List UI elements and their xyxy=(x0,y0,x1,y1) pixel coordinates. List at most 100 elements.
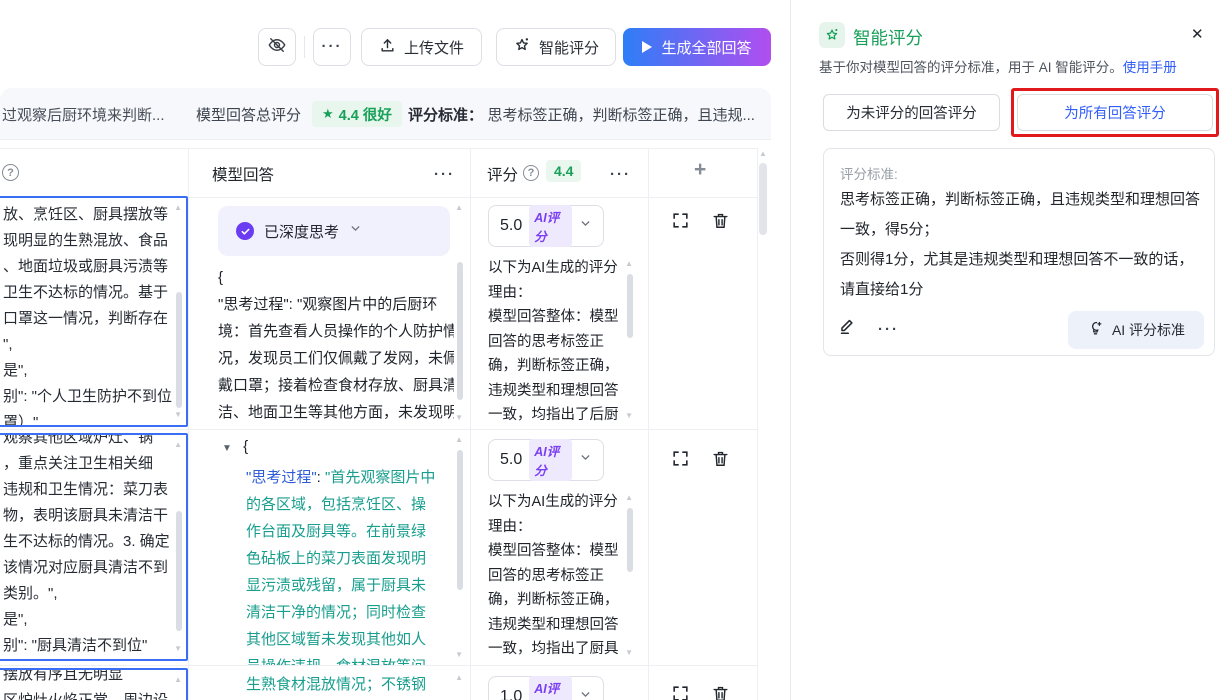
model-answer-cell-row1[interactable]: 已深度思考 { "思考过程": "观察图片中的后厨环境：首先查看人员操作的个人防… xyxy=(189,198,469,428)
expand-row3-button[interactable] xyxy=(671,684,690,700)
smart-score-panel-icon xyxy=(819,22,845,48)
panel-title: 智能评分 xyxy=(853,25,923,50)
delete-row2-button[interactable] xyxy=(711,449,730,473)
ai-score-tag: AI评分 xyxy=(529,205,572,247)
score-all-button[interactable]: 为所有回答评分 xyxy=(1017,94,1213,131)
cell-scroll-up-icon[interactable]: ▲ xyxy=(174,204,182,212)
json-value-lines: 的各区域，包括烹饪区、操作台面及厨具等。在前景绿色砧板上的菜刀表面发现明显污渍或… xyxy=(246,491,458,665)
criteria-preview: 思考标签正确，判断标签正确，且违规... xyxy=(487,107,755,124)
expand-row1-button[interactable] xyxy=(671,211,690,235)
total-score-badge: ★ 4.4 很好 xyxy=(312,101,402,127)
cell-scroll-down-icon[interactable]: ▼ xyxy=(174,411,182,419)
score-column-header: 评分 xyxy=(487,163,518,185)
close-panel-button[interactable]: ✕ xyxy=(1191,25,1204,43)
cell-scroll-up-icon[interactable]: ▲ xyxy=(625,494,633,502)
criteria-label: 评分标准： xyxy=(408,107,483,124)
cell-scroll-down-icon[interactable]: ▼ xyxy=(625,649,633,657)
model-answer-row3-text: 生熟食材混放情况；不锈钢 xyxy=(246,671,458,698)
question-preview: 过观察后厨环境来判断... xyxy=(2,104,165,125)
tree-caret-icon[interactable]: ▼ xyxy=(222,443,232,454)
question-cell-row1[interactable]: 放、烹饪区、厨具摆放等现明显的生熟混放、食品、地面垃圾或厨具污渍等卫生不达标的情… xyxy=(0,196,188,427)
criteria-more-button[interactable]: ··· xyxy=(878,325,899,335)
score-cell-row1: 5.0 AI评分 以下为AI生成的评分理由：模型回答整体：模型回答的思考标签正确… xyxy=(471,198,647,428)
cell-scroll-up-icon[interactable]: ▲ xyxy=(174,441,182,449)
ai-criteria-label: AI 评分标准 xyxy=(1112,320,1185,340)
cell-scrollbar[interactable] xyxy=(176,292,182,408)
play-icon xyxy=(642,41,652,53)
manual-link[interactable]: 使用手册 xyxy=(1123,60,1177,75)
cell-scrollbar[interactable] xyxy=(627,274,633,338)
chevron-down-icon xyxy=(579,688,592,700)
upload-file-button[interactable]: 上传文件 xyxy=(361,28,482,66)
score-help-icon[interactable]: ? xyxy=(523,165,539,181)
col-divider-3 xyxy=(648,148,649,700)
criteria-preview-row: 评分标准： 思考标签正确，判断标签正确，且违规... xyxy=(408,104,768,125)
chevron-down-icon xyxy=(579,451,592,469)
deep-think-toggle[interactable]: 已深度思考 xyxy=(218,206,450,256)
json-key: "思考过程" xyxy=(246,469,317,486)
smart-score-panel: 智能评分 ✕ 基于你对模型回答的评分标准，用于 AI 智能评分。使用手册 为未评… xyxy=(790,0,1226,700)
cell-scroll-up-icon[interactable]: ▲ xyxy=(625,260,633,268)
cell-scroll-down-icon[interactable]: ▼ xyxy=(174,645,182,653)
generate-all-answers-button[interactable]: 生成全部回答 xyxy=(623,28,771,66)
delete-row1-button[interactable] xyxy=(711,211,730,235)
summary-strip: 过观察后厨环境来判断... 模型回答总评分 ★ 4.4 很好 评分标准： 思考标… xyxy=(0,88,771,140)
question-cell-row1-text: 放、烹饪区、厨具摆放等现明显的生熟混放、食品、地面垃圾或厨具污渍等卫生不达标的情… xyxy=(0,198,186,427)
tree-open-brace: { xyxy=(243,438,248,455)
delete-row3-button[interactable] xyxy=(711,684,730,700)
cell-scrollbar[interactable] xyxy=(457,262,463,400)
cell-scroll-up-icon[interactable]: ▲ xyxy=(455,436,463,444)
star-icon: ★ xyxy=(322,106,334,122)
expand-icon xyxy=(671,684,690,700)
cell-scroll-down-icon[interactable]: ▼ xyxy=(625,412,633,420)
grid-scroll-up-icon[interactable]: ▲ xyxy=(759,150,767,158)
trash-icon xyxy=(711,684,730,700)
model-answer-cell-row3[interactable]: 生熟食材混放情况；不锈钢 ▲ xyxy=(189,666,469,700)
grid-scrollbar[interactable] xyxy=(759,163,767,235)
score-column-menu[interactable]: ··· xyxy=(610,170,631,180)
score-average-badge: 4.4 xyxy=(546,160,581,182)
score-value: 5.0 xyxy=(500,217,522,235)
eye-off-icon xyxy=(267,35,287,59)
cell-scroll-up-icon[interactable]: ▲ xyxy=(455,674,463,682)
score-unrated-button[interactable]: 为未评分的回答评分 xyxy=(823,94,1000,131)
cell-scrollbar[interactable] xyxy=(457,450,463,590)
model-answer-column-header: 模型回答 xyxy=(212,163,274,185)
criteria-card-label: 评分标准: xyxy=(840,163,898,183)
question-cell-row3[interactable]: 摆放有序且无明显区炉灶火焰正常，周边设 ▲ xyxy=(0,668,188,700)
check-circle-icon xyxy=(236,222,254,240)
question-cell-row2[interactable]: 观察其他区域炉灶、锅，重点关注卫生相关细违规和卫生情况：菜刀表物，表明该厨具未清… xyxy=(0,433,188,661)
toolbar-more-button[interactable]: ··· xyxy=(313,28,351,66)
expand-row2-button[interactable] xyxy=(671,449,690,473)
model-answer-cell-row2[interactable]: ▼ { "思考过程": "首先观察图片中 的各区域，包括烹饪区、操作台面及厨具等… xyxy=(189,430,469,665)
total-score-label: 模型回答总评分 xyxy=(196,104,301,125)
smart-score-label: 智能评分 xyxy=(539,37,599,58)
cell-scroll-up-icon[interactable]: ▲ xyxy=(455,204,463,212)
smart-score-button[interactable]: 智能评分 xyxy=(496,28,616,66)
cell-scroll-down-icon[interactable]: ▼ xyxy=(455,651,463,659)
tree-root-line: ▼ { xyxy=(222,438,248,455)
deep-think-label: 已深度思考 xyxy=(264,221,339,242)
ai-criteria-button[interactable]: AI 评分标准 xyxy=(1068,311,1204,349)
cell-scroll-down-icon[interactable]: ▼ xyxy=(455,414,463,422)
grid-top-border xyxy=(0,148,757,149)
add-column-button[interactable]: + xyxy=(694,158,706,182)
criteria-card: 评分标准: 思考标签正确，判断标签正确，且违规类型和理想回答一致，得5分； 否则… xyxy=(823,148,1215,356)
cell-scrollbar[interactable] xyxy=(176,511,182,631)
star-sparkle-icon xyxy=(513,36,531,58)
cell-scrollbar[interactable] xyxy=(627,508,633,572)
score-dropdown-row3[interactable]: 1.0 AI评分 xyxy=(488,676,604,700)
question-cell-row3-text: 摆放有序且无明显区炉灶火焰正常，周边设 xyxy=(0,668,186,700)
model-column-menu[interactable]: ··· xyxy=(434,170,455,180)
score-dropdown-row2[interactable]: 5.0 AI评分 xyxy=(488,439,604,481)
score-dropdown-row1[interactable]: 5.0 AI评分 xyxy=(488,205,604,247)
cell-scroll-up-icon[interactable]: ▲ xyxy=(174,676,182,684)
score-cell-row3: 1.0 AI评分 xyxy=(471,666,647,700)
total-score-value: 4.4 很好 xyxy=(339,104,392,125)
question-column-help-icon[interactable]: ? xyxy=(2,164,19,181)
toolbar-divider xyxy=(304,36,305,58)
model-answer-row1-text: { "思考过程": "观察图片中的后厨环境：首先查看人员操作的个人防护情况，发现… xyxy=(218,264,454,428)
edit-criteria-button[interactable] xyxy=(838,317,857,341)
expand-icon xyxy=(671,449,690,468)
hide-columns-button[interactable] xyxy=(258,28,296,66)
